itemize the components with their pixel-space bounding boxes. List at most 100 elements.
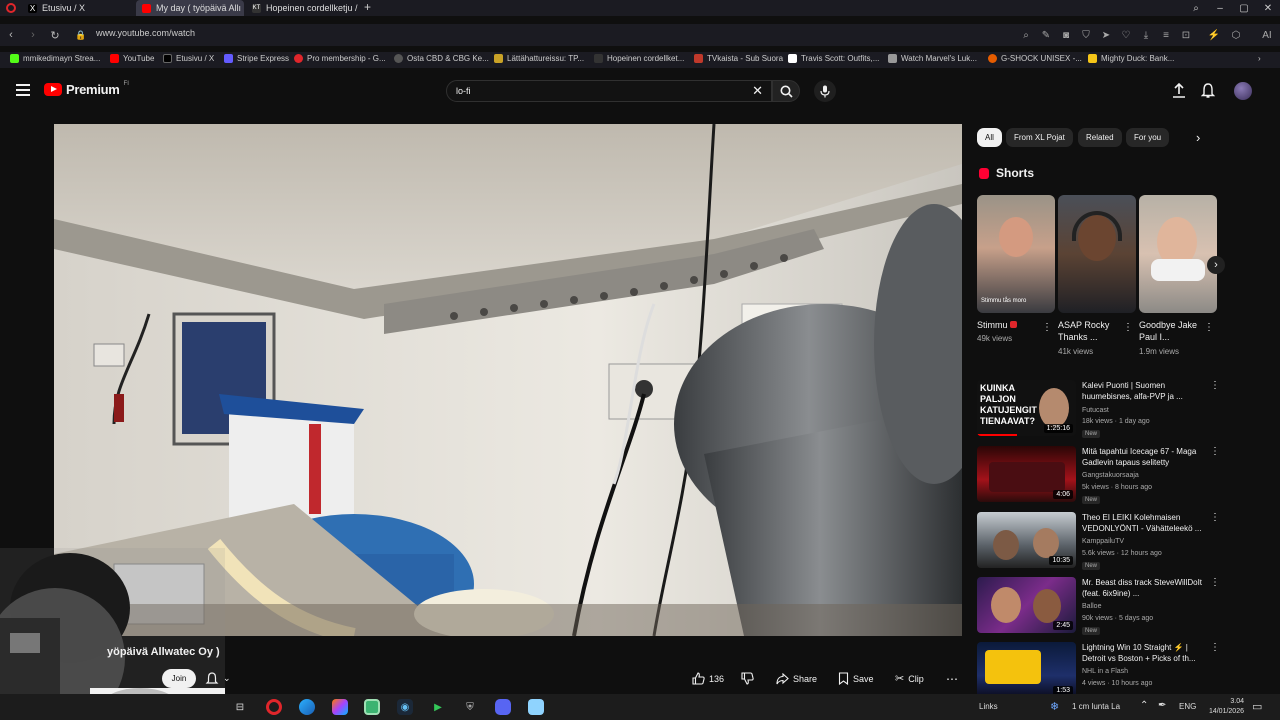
list-item[interactable]: 2:45 Mr. Beast diss track SteveWillDoIt … (977, 577, 1237, 637)
channel-label[interactable]: Futucast (1082, 407, 1109, 414)
video-title[interactable]: Theo EI LEIKI Kolehmaisen VEDONLYÖNTI - … (1082, 512, 1208, 534)
copilot-icon[interactable] (332, 699, 348, 715)
join-button[interactable]: Join (162, 669, 196, 688)
video-title[interactable]: Kalevi Puonti | Suomen huumebisnes, alfa… (1082, 380, 1208, 402)
bookmark-item[interactable]: Travis Scott: Outfits,... (788, 54, 879, 63)
send-icon[interactable]: ➤ (1100, 29, 1112, 41)
heart-icon[interactable]: ♡ (1120, 29, 1132, 41)
chip-all[interactable]: All (977, 128, 1002, 147)
channel-label[interactable]: Gangstakuorsaaja (1082, 472, 1139, 479)
shorts-next-icon[interactable]: › (1207, 256, 1225, 274)
bookmark-item[interactable]: Etusivu / X (163, 54, 214, 63)
tray-chevron-icon[interactable]: ⌃ (1140, 700, 1148, 711)
wallet-icon[interactable]: ⊡ (1180, 29, 1192, 41)
close-window-icon[interactable]: ✕ (1256, 0, 1280, 16)
hamburger-menu-icon[interactable] (16, 84, 30, 96)
clip-button[interactable]: ✂ Clip (895, 669, 924, 688)
discord-icon[interactable] (495, 699, 511, 715)
more-options-icon[interactable]: ⋮ (1210, 512, 1220, 523)
short-thumbnail[interactable]: Stimmu tås moro (977, 195, 1055, 313)
bookmark-item[interactable]: Pro membership - G... (294, 54, 386, 63)
opera-menu-icon[interactable] (6, 3, 16, 13)
bookmark-item[interactable]: TVkaista - Sub Suora (694, 54, 783, 63)
chip-for-you[interactable]: For you (1126, 128, 1170, 147)
download-icon[interactable]: ⤓ (1140, 29, 1152, 41)
more-options-icon[interactable]: ⋮ (1210, 446, 1220, 457)
zoom-icon[interactable]: ⌕ (1020, 29, 1032, 41)
tray-clock[interactable]: 3.04 14/01/2026 (1204, 697, 1244, 717)
short-more-icon[interactable]: ⋮ (1123, 322, 1133, 333)
tab-etusivu[interactable]: X Etusivu / X (22, 0, 132, 16)
channel-label[interactable]: Balloe (1082, 603, 1101, 610)
short-title[interactable]: ASAP Rocky Thanks ... (1058, 319, 1120, 343)
camera-icon[interactable]: ◙ (1060, 29, 1072, 41)
chip-related[interactable]: Related (1078, 128, 1122, 147)
short-thumbnail[interactable] (1139, 195, 1217, 313)
extension-icon[interactable]: ⚡ (1208, 29, 1220, 41)
dislike-button[interactable] (741, 669, 754, 688)
maximize-icon[interactable]: ▢ (1232, 0, 1256, 16)
bookmark-item[interactable]: Stripe Express (224, 54, 289, 63)
task-view-icon[interactable]: ⊟ (232, 699, 248, 715)
ai-icon[interactable]: AI (1258, 29, 1276, 41)
bookmark-item[interactable]: Lättähattureissu: TP... (494, 54, 584, 63)
more-actions-icon[interactable]: ⋯ (946, 669, 958, 688)
youtube-premium-logo[interactable]: Premium FI (44, 81, 129, 97)
search-tabs-icon[interactable]: ⌕ (1184, 0, 1208, 16)
notepad-icon[interactable] (528, 699, 544, 715)
notification-bell-button[interactable]: ⌄ (205, 669, 241, 688)
video-title[interactable]: Mitä tapahtui Icecage 67 - Maga Gadlevin… (1082, 446, 1208, 468)
share-button[interactable]: Share (776, 669, 817, 688)
back-icon[interactable]: ‹ (4, 28, 18, 42)
play-store-icon[interactable]: ▶ (430, 699, 446, 715)
active-app-icon[interactable] (364, 699, 380, 715)
short-thumbnail[interactable] (1058, 195, 1136, 313)
clear-search-icon[interactable]: ✕ (752, 83, 763, 99)
tab-hopeinen[interactable]: KT Hopeinen cordellketju / S (246, 0, 358, 16)
short-more-icon[interactable]: ⋮ (1042, 322, 1052, 333)
chips-next-icon[interactable]: › (1196, 130, 1200, 145)
tray-weather[interactable]: 1 cm lunta La (1072, 702, 1120, 711)
list-item[interactable]: 4:06 Mitä tapahtui Icecage 67 - Maga Gad… (977, 446, 1237, 506)
voice-search-button[interactable] (814, 80, 836, 102)
pen-icon[interactable]: ✒ (1158, 700, 1166, 711)
video-title[interactable]: Mr. Beast diss track SteveWillDoIt (feat… (1082, 577, 1208, 599)
bookmark-item[interactable]: Watch Marvel's Luk... (888, 54, 977, 63)
shield-app-icon[interactable]: ⛨ (462, 699, 478, 715)
forward-icon[interactable]: › (26, 28, 40, 42)
list-item[interactable]: 1:53 Lightning Win 10 Straight ⚡ | Detro… (977, 642, 1237, 694)
notification-center-icon[interactable]: ▭ (1252, 700, 1262, 713)
shield-icon[interactable]: ⛉ (1080, 29, 1092, 41)
bookmark-item[interactable]: Hopeinen cordellket... (594, 54, 684, 63)
minimize-icon[interactable]: – (1208, 0, 1232, 16)
list-item[interactable]: 10:35 Theo EI LEIKI Kolehmaisen VEDONLYÖ… (977, 512, 1237, 572)
chip-from-channel[interactable]: From XL Pojat (1006, 128, 1073, 147)
new-tab-button[interactable]: + (364, 0, 371, 14)
like-button[interactable]: 136 (692, 669, 724, 688)
tray-links[interactable]: Links (979, 702, 998, 711)
bookmark-item[interactable]: YouTube (110, 54, 154, 63)
url-field[interactable]: www.youtube.com/watch (96, 28, 195, 38)
bookmark-item[interactable]: Mighty Duck: Bank... (1088, 54, 1174, 63)
upload-icon[interactable] (1172, 82, 1186, 99)
reload-icon[interactable]: ↻ (48, 28, 62, 42)
steam-icon[interactable]: ◉ (397, 699, 413, 715)
vpn-icon[interactable]: ⬡ (1230, 29, 1242, 41)
edge-icon[interactable] (299, 699, 315, 715)
notifications-bell-icon[interactable] (1200, 83, 1216, 99)
tray-language[interactable]: ENG (1179, 702, 1196, 711)
menu-icon[interactable]: ≡ (1160, 29, 1172, 41)
bookmarks-overflow-icon[interactable]: › (1258, 54, 1261, 63)
edit-icon[interactable]: ✎ (1040, 29, 1052, 41)
video-title[interactable]: Lightning Win 10 Straight ⚡ | Detroit vs… (1082, 642, 1208, 664)
more-options-icon[interactable]: ⋮ (1210, 642, 1220, 653)
short-title[interactable]: Stimmu (977, 319, 1039, 331)
search-input[interactable]: lo-fi ✕ (446, 80, 772, 102)
channel-label[interactable]: KamppailuTV (1082, 538, 1124, 545)
search-button[interactable] (772, 80, 800, 102)
channel-name[interactable]: yöpäivä Allwatec Oy ) (107, 646, 220, 658)
list-item[interactable]: KUINKA PALJON KATUJENGIT TIENAAVAT? 1:25… (977, 380, 1237, 440)
bookmark-item[interactable]: G-SHOCK UNISEX -... (988, 54, 1082, 63)
tab-my-day[interactable]: My day ( työpäivä Allı (136, 0, 244, 16)
channel-label[interactable]: NHL in a Flash (1082, 668, 1128, 675)
